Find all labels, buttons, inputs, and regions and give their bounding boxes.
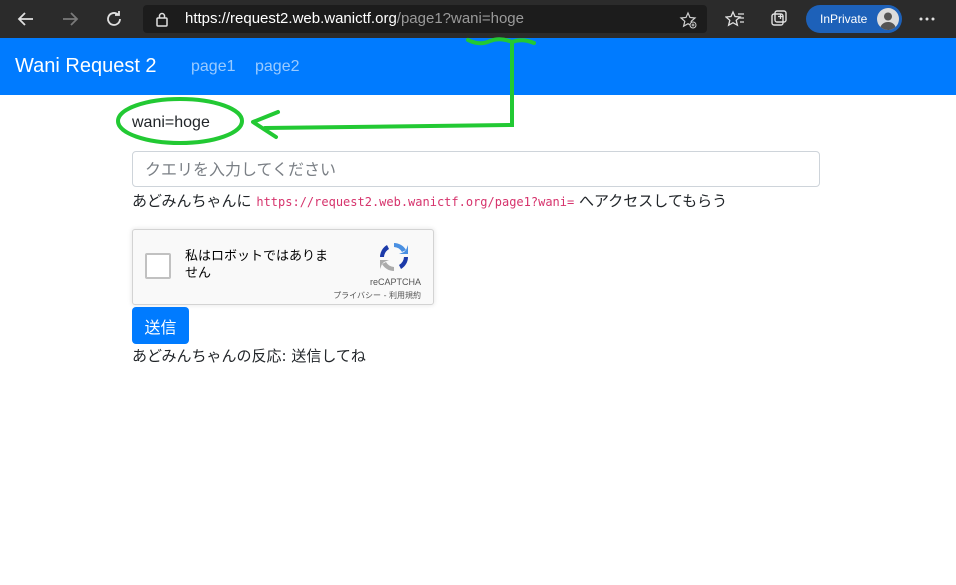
lock-icon[interactable]	[155, 11, 169, 31]
recaptcha-label: 私はロボットではありません	[185, 249, 329, 281]
recaptcha-logo-icon	[377, 240, 411, 278]
recaptcha-checkbox[interactable]	[145, 253, 171, 279]
inprivate-label: InPrivate	[820, 12, 868, 26]
help-text: あどみんちゃんに https://request2.web.wanictf.or…	[132, 190, 727, 213]
collections-icon[interactable]	[767, 7, 791, 31]
app-navbar: Wani Request 2 page1 page2	[0, 38, 956, 95]
back-arrow-icon[interactable]	[14, 7, 38, 31]
navbar-brand[interactable]: Wani Request 2	[15, 38, 157, 95]
nav-link-page2[interactable]: page2	[255, 38, 300, 95]
recaptcha-widget: 私はロボットではありません reCAPTCHA プライバシー - 利用規約	[132, 229, 434, 305]
help-prefix: あどみんちゃんに	[132, 192, 252, 210]
browser-toolbar: https://request2.web.wanictf.org/page1?w…	[0, 0, 956, 38]
more-icon[interactable]	[915, 7, 939, 31]
help-suffix: へアクセスしてもらう	[579, 192, 728, 210]
recaptcha-terms-link[interactable]: プライバシー - 利用規約	[333, 290, 421, 301]
url-path: /page1?wani=hoge	[396, 10, 524, 27]
add-favorite-icon[interactable]	[679, 11, 697, 33]
url-domain: https://request2.web.wanictf.org	[185, 10, 397, 27]
url-text: https://request2.web.wanictf.org/page1?w…	[185, 5, 524, 33]
favorites-icon[interactable]	[723, 7, 747, 31]
submit-button[interactable]: 送信	[132, 307, 189, 344]
response-text: あどみんちゃんの反応: 送信してね	[132, 347, 366, 365]
forward-arrow-icon[interactable]	[58, 7, 82, 31]
query-input[interactable]	[132, 151, 820, 187]
help-url: https://request2.web.wanictf.org/page1?w…	[256, 195, 575, 209]
recaptcha-brand: reCAPTCHA	[369, 277, 421, 287]
nav-link-page1[interactable]: page1	[191, 38, 236, 95]
refresh-icon[interactable]	[102, 7, 126, 31]
address-bar[interactable]: https://request2.web.wanictf.org/page1?w…	[143, 5, 707, 33]
query-display: wani=hoge	[132, 114, 210, 131]
avatar	[877, 8, 899, 30]
inprivate-badge[interactable]: InPrivate	[806, 5, 902, 33]
